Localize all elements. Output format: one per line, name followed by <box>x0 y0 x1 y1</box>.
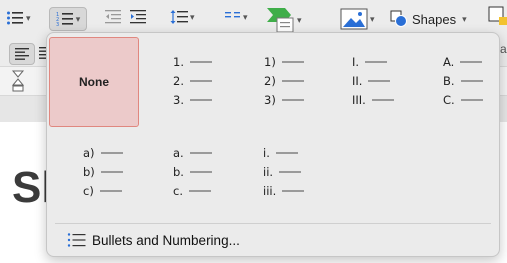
gallery-divider <box>55 223 491 224</box>
list-marker: III. <box>352 93 366 107</box>
numbering-button[interactable]: 1 2 3 ▾ <box>49 7 87 31</box>
bullets-and-numbering-label: Bullets and Numbering... <box>92 232 240 248</box>
shapes-label: Shapes <box>412 11 457 27</box>
list-marker: 3. <box>173 93 184 107</box>
numbered-list-icon: 1 2 3 <box>56 12 73 27</box>
chevron-down-icon[interactable]: ▾ <box>370 14 375 25</box>
shapes-button[interactable]: Shapes ▾ <box>390 10 467 28</box>
chevron-down-icon[interactable]: ▾ <box>76 14 81 25</box>
numbering-style-numeric-paren[interactable]: 1) 2) 3) <box>264 55 354 145</box>
svg-text:3: 3 <box>56 22 59 27</box>
list-marker: b) <box>83 165 95 179</box>
list-marker: c) <box>83 184 94 198</box>
list-marker: b. <box>173 165 184 179</box>
list-marker: iii. <box>263 184 277 198</box>
list-marker: c. <box>173 184 183 198</box>
list-marker: A. <box>443 55 455 69</box>
bullets-button[interactable]: ▾ <box>6 10 31 26</box>
list-marker: C. <box>443 93 455 107</box>
numbering-style-roman-upper[interactable]: I. II. III. <box>352 55 442 145</box>
list-marker: 1) <box>264 55 276 69</box>
decrease-indent-icon <box>105 10 121 24</box>
smartart-icon <box>267 8 294 33</box>
list-marker: II. <box>352 74 363 88</box>
line-spacing-icon <box>170 10 188 24</box>
list-marker: 2) <box>264 74 276 88</box>
list-marker: a. <box>173 146 184 160</box>
list-marker: 2. <box>173 74 184 88</box>
list-marker: 3) <box>264 93 276 107</box>
text-box-button[interactable] <box>487 5 507 25</box>
numbering-none-option[interactable]: None <box>49 37 139 127</box>
smartart-button[interactable]: ▾ <box>265 6 302 34</box>
list-marker: a) <box>83 146 95 160</box>
chevron-down-icon[interactable]: ▾ <box>462 14 467 25</box>
columns-button[interactable]: ▾ <box>225 11 248 23</box>
numbered-list-icon <box>67 233 86 247</box>
text-box-icon <box>488 6 507 25</box>
picture-icon <box>340 8 368 30</box>
list-marker: 1. <box>173 55 184 69</box>
shapes-icon <box>390 10 407 27</box>
list-marker: B. <box>443 74 455 88</box>
bullet-list-icon <box>7 11 23 25</box>
align-left-icon <box>15 48 29 60</box>
increase-indent-icon <box>130 10 146 24</box>
list-marker: ii. <box>263 165 274 179</box>
none-label: None <box>79 75 109 89</box>
numbering-style-numeric-dot[interactable]: 1. 2. 3. <box>173 55 263 145</box>
increase-indent-button[interactable] <box>130 10 146 24</box>
chevron-down-icon[interactable]: ▾ <box>190 12 195 23</box>
numbering-style-alpha-upper[interactable]: A. B. C. <box>443 55 507 145</box>
list-marker: i. <box>263 146 270 160</box>
bullets-and-numbering-menu-item[interactable]: Bullets and Numbering... <box>67 230 240 250</box>
chevron-down-icon[interactable]: ▾ <box>26 13 31 24</box>
columns-icon <box>225 12 240 18</box>
decrease-indent-button[interactable] <box>105 10 121 24</box>
align-left-button[interactable] <box>9 43 35 65</box>
chevron-down-icon[interactable]: ▾ <box>297 15 302 26</box>
line-spacing-button[interactable]: ▾ <box>170 9 195 25</box>
chevron-down-icon[interactable]: ▾ <box>243 12 248 23</box>
numbering-gallery: None 1. 2. 3. 1) 2) 3) I. II. III. A. B.… <box>46 32 500 257</box>
list-marker: I. <box>352 55 360 69</box>
picture-button[interactable]: ▾ <box>340 8 375 30</box>
